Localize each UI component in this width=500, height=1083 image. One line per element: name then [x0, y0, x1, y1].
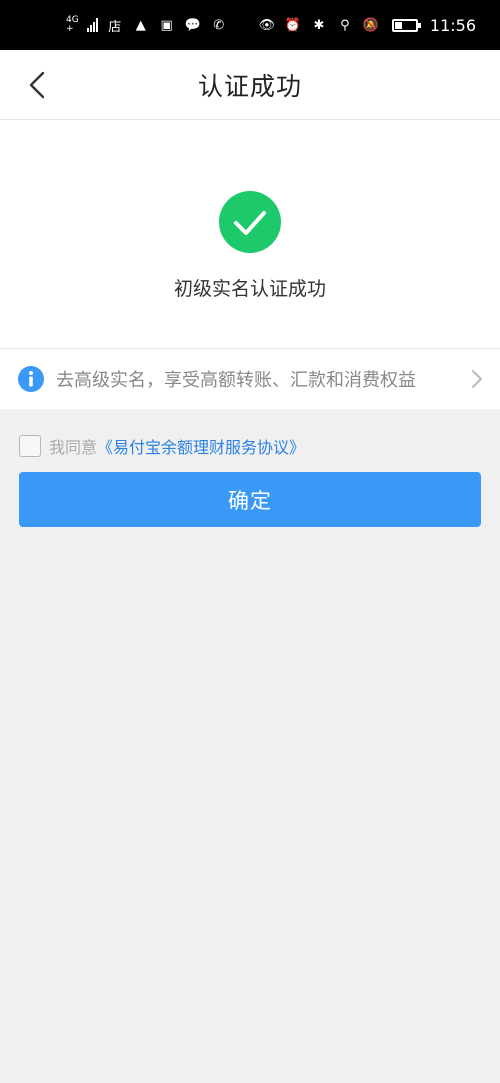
store-app-icon: 店 — [108, 19, 122, 35]
agreement-row: 我同意 《易付宝余额理财服务协议》 — [19, 434, 305, 458]
signal-icon — [86, 18, 98, 32]
network-indicator: 4G + — [66, 16, 79, 34]
clock: 11:56 — [429, 15, 476, 35]
mute-icon: 🔕 — [362, 17, 379, 33]
info-icon — [18, 366, 44, 392]
agreement-checkbox[interactable] — [19, 435, 41, 457]
success-panel: 初级实名认证成功 — [0, 120, 500, 348]
chat-bubble-icon: 💬 — [184, 17, 201, 33]
upgrade-text: 去高级实名，享受高额转账、汇款和消费权益 — [56, 370, 416, 391]
agreement-link[interactable]: 《易付宝余额理财服务协议》 — [97, 434, 305, 458]
status-bar: 4G + 店 ▲ ▣ 💬 ✆ 👁 ⏰ ✱ ⚲ 🔕 11:56 — [0, 0, 500, 50]
bluetooth-icon: ✱ — [313, 17, 325, 33]
chevron-right-icon — [472, 370, 482, 388]
eye-icon: 👁 — [258, 17, 276, 33]
success-check-icon — [219, 191, 281, 253]
status-bar-right: 👁 ⏰ ✱ ⚲ 🔕 11:56 — [258, 16, 476, 35]
page-title: 认证成功 — [197, 71, 302, 101]
chevron-left-icon — [29, 71, 45, 99]
location-icon: ⚲ — [340, 17, 350, 33]
agreement-prefix: 我同意 — [49, 438, 98, 457]
confirm-button[interactable]: 确定 — [19, 472, 481, 527]
battery-icon — [391, 18, 421, 32]
back-button[interactable] — [20, 68, 54, 102]
success-message: 初级实名认证成功 — [173, 278, 326, 300]
wechat-icon: ✆ — [213, 17, 225, 33]
upgrade-verification-row[interactable]: 去高级实名，享受高额转账、汇款和消费权益 — [0, 348, 500, 409]
network-sub: + — [66, 24, 74, 34]
gallery-app-icon: ▣ — [160, 17, 173, 33]
navigation-header: 认证成功 — [0, 50, 500, 120]
alarm-icon: ⏰ — [284, 17, 301, 33]
status-bar-left: 4G + 店 ▲ ▣ 💬 ✆ — [66, 16, 228, 35]
notification-app-icon: ▲ — [135, 17, 146, 33]
